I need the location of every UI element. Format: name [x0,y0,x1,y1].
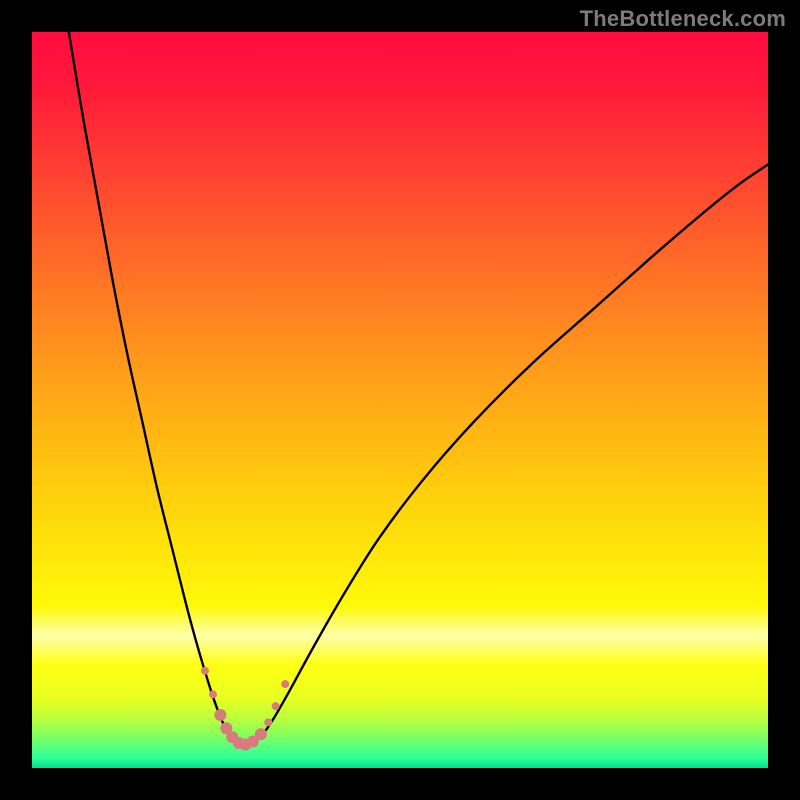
chart-svg [32,32,768,768]
data-point [201,667,209,675]
data-point [209,690,217,698]
data-point [264,718,272,726]
data-point [281,680,289,688]
watermark-text: TheBottleneck.com [580,6,786,32]
chart-frame: TheBottleneck.com [0,0,800,800]
data-point [272,702,280,710]
gradient-background [32,32,768,768]
data-point [214,709,226,721]
data-point [255,728,267,740]
plot-area [32,32,768,768]
